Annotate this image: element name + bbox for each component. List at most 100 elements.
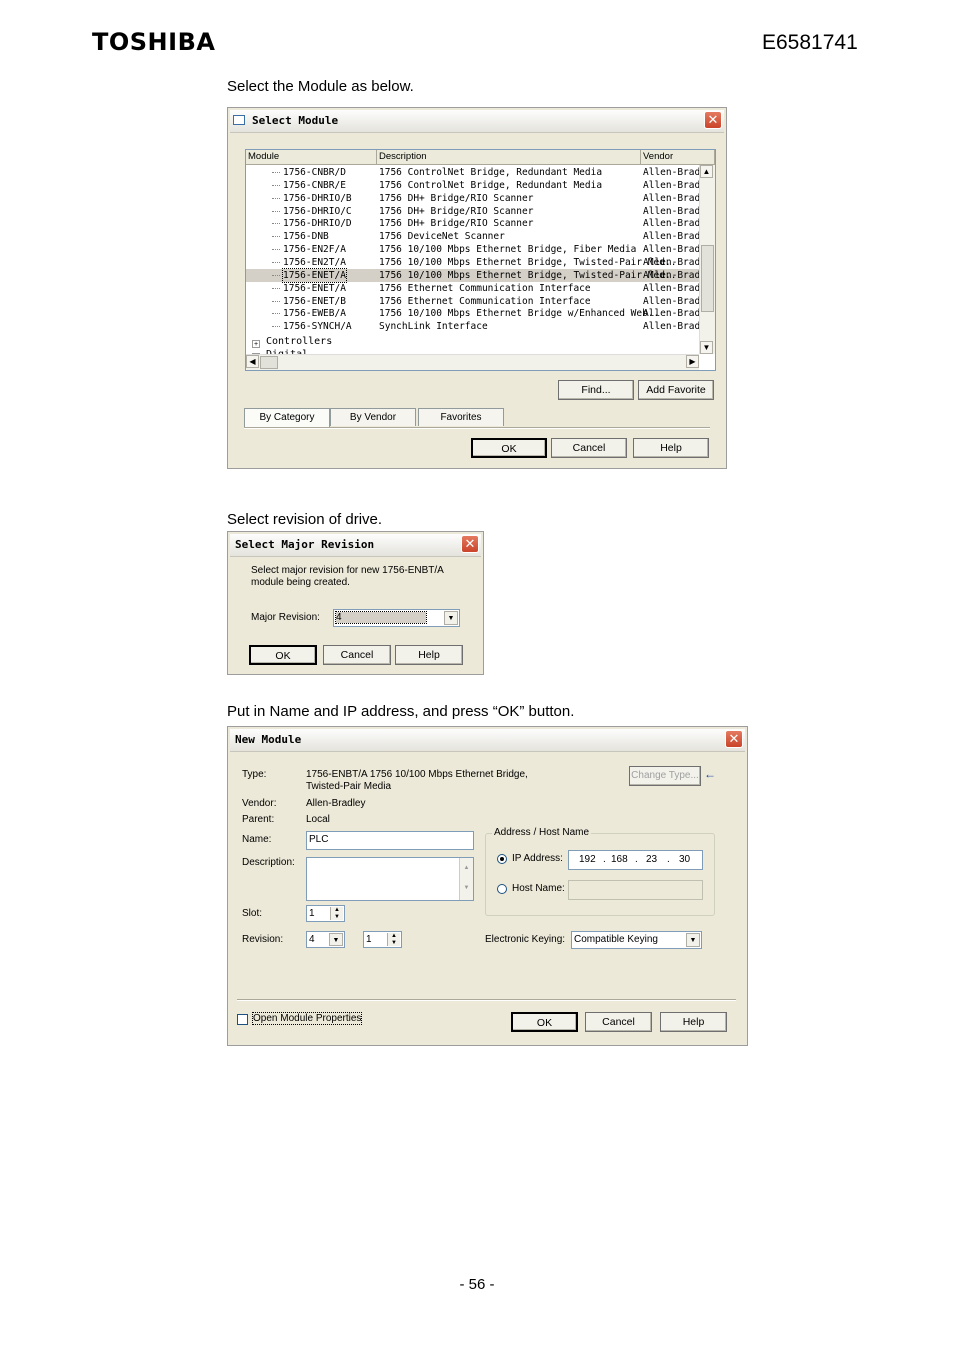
module-cell: 1756-EN2T/A bbox=[283, 256, 346, 268]
tab-by-vendor[interactable]: By Vendor bbox=[330, 408, 416, 426]
parent-label: Parent: bbox=[242, 814, 275, 825]
open-properties-checkbox[interactable] bbox=[237, 1014, 248, 1025]
chevron-down-icon[interactable]: ▼ bbox=[444, 611, 458, 625]
scroll-right-icon[interactable]: ▶ bbox=[686, 355, 699, 368]
type-label: Type: bbox=[242, 769, 267, 780]
description-cell: 1756 Ethernet Communication Interface bbox=[379, 282, 591, 294]
list-item[interactable]: 1756-EN2F/A 1756 10/100 Mbps Ethernet Bri… bbox=[246, 243, 712, 256]
tree-connector bbox=[272, 300, 280, 302]
ok-button[interactable]: OK bbox=[249, 645, 317, 665]
list-item[interactable]: 1756-ENET/A 1756 10/100 Mbps Ethernet Bri… bbox=[246, 267, 712, 283]
description-cell: 1756 10/100 Mbps Ethernet Bridge, Twiste… bbox=[379, 256, 677, 268]
close-button[interactable]: ✕ bbox=[704, 111, 722, 129]
list-item[interactable]: 1756-CNBR/D 1756 ControlNet Bridge, Redun… bbox=[246, 166, 712, 179]
tree-connector bbox=[272, 184, 280, 186]
new-module-dialog: New Module ✕ Type: 1756-ENBT/A 1756 10/1… bbox=[227, 726, 748, 1046]
tab-divider bbox=[244, 427, 710, 429]
description-cell: 1756 DH+ Bridge/RIO Scanner bbox=[379, 218, 534, 230]
scrollbar[interactable]: ▲ ▼ bbox=[459, 858, 473, 900]
list-item[interactable]: 1756-ENET/A 1756 Ethernet Communication I… bbox=[246, 282, 712, 295]
host-name-input[interactable] bbox=[568, 880, 703, 900]
description-cell: 1756 DeviceNet Scanner bbox=[379, 231, 505, 243]
tab-favorites[interactable]: Favorites bbox=[418, 408, 504, 426]
spin-icon[interactable]: ▲ ▼ bbox=[387, 933, 400, 946]
list-item[interactable]: 1756-DHRIO/D 1756 DH+ Bridge/RIO Scanner A… bbox=[246, 217, 712, 230]
list-item[interactable]: 1756-DHRIO/C 1756 DH+ Bridge/RIO Scanner A… bbox=[246, 205, 712, 218]
tree-connector bbox=[272, 313, 280, 315]
major-revision-dialog: Select Major Revision ✕ Select major rev… bbox=[227, 531, 484, 675]
revision-label: Revision: bbox=[242, 934, 284, 945]
tab-by-category[interactable]: By Category bbox=[244, 408, 330, 428]
description-cell: 1756 10/100 Mbps Ethernet Bridge w/Enhan… bbox=[379, 308, 660, 320]
major-revision-select[interactable]: 4 ▼ bbox=[333, 609, 460, 627]
keying-label: Electronic Keying: bbox=[485, 934, 566, 945]
ip-address-input[interactable]: 192 . 168 . 23 . 30 bbox=[568, 850, 703, 870]
vertical-scrollbar[interactable]: ▲ ▼ bbox=[699, 165, 715, 354]
cancel-button[interactable]: Cancel bbox=[551, 438, 627, 458]
scroll-up-icon[interactable]: ▲ bbox=[700, 165, 713, 178]
scroll-down-icon[interactable]: ▼ bbox=[700, 341, 713, 354]
list-item[interactable]: 1756-DNB 1756 DeviceNet Scanner Allen-Brad… bbox=[246, 230, 712, 243]
cancel-button[interactable]: Cancel bbox=[323, 645, 391, 665]
find-button[interactable]: Find... bbox=[558, 380, 634, 400]
parent-value: Local bbox=[306, 814, 330, 825]
tree-connector bbox=[272, 236, 280, 238]
revision-major-select[interactable]: 4 ▼ bbox=[306, 931, 345, 948]
cancel-button[interactable]: Cancel bbox=[585, 1012, 652, 1032]
column-header-module[interactable]: Module bbox=[246, 150, 377, 165]
help-button[interactable]: Help bbox=[395, 645, 463, 665]
tree-node-controllers[interactable]: Controllers bbox=[266, 336, 332, 347]
close-button[interactable]: ✕ bbox=[461, 535, 479, 553]
open-properties-label[interactable]: Open Module Properties bbox=[251, 1012, 363, 1025]
change-type-button[interactable]: Change Type... bbox=[629, 766, 701, 786]
name-input[interactable]: PLC bbox=[306, 831, 474, 850]
add-favorite-button[interactable]: Add Favorite bbox=[638, 380, 714, 400]
column-header-vendor[interactable]: Vendor bbox=[641, 150, 715, 165]
list-item[interactable]: 1756-SYNCH/A SynchLink Interface Allen-Bra… bbox=[246, 320, 712, 333]
keying-select[interactable]: Compatible Keying ▼ bbox=[571, 931, 702, 949]
ip-address-radio[interactable] bbox=[497, 854, 507, 864]
module-list[interactable]: Module Description Vendor 1756-CNBR/D 175… bbox=[245, 149, 716, 371]
spin-icon[interactable]: ▲ ▼ bbox=[330, 907, 343, 920]
scroll-thumb[interactable] bbox=[701, 245, 714, 312]
description-cell: 1756 DH+ Bridge/RIO Scanner bbox=[379, 205, 534, 217]
horizontal-scrollbar[interactable]: ◀ ▶ bbox=[246, 354, 699, 370]
list-item[interactable]: 1756-EN2T/A 1756 10/100 Mbps Ethernet Bri… bbox=[246, 256, 712, 269]
host-name-radio[interactable] bbox=[497, 884, 507, 894]
list-item[interactable]: 1756-CNBR/E 1756 ControlNet Bridge, Redun… bbox=[246, 179, 712, 192]
description-input[interactable]: ▲ ▼ bbox=[306, 857, 474, 901]
tree-connector bbox=[272, 326, 280, 328]
module-cell: 1756-EN2F/A bbox=[283, 244, 346, 256]
tree-connector bbox=[272, 197, 280, 199]
column-header-description[interactable]: Description bbox=[377, 150, 641, 165]
name-label: Name: bbox=[242, 834, 272, 845]
ip-octet: 192 bbox=[579, 854, 596, 865]
vendor-label: Vendor: bbox=[242, 798, 277, 809]
page-number: - 56 - bbox=[459, 1276, 495, 1293]
list-item[interactable]: 1756-DHRIO/B 1756 DH+ Bridge/RIO Scanner A… bbox=[246, 192, 712, 205]
dialog-title: New Module bbox=[235, 733, 302, 746]
close-button[interactable]: ✕ bbox=[725, 730, 743, 748]
list-item[interactable]: 1756-EWEB/A 1756 10/100 Mbps Ethernet Bri… bbox=[246, 307, 712, 320]
scroll-thumb[interactable] bbox=[260, 356, 278, 369]
caption-select-module: Select the Module as below. bbox=[227, 78, 414, 95]
expand-icon[interactable]: + bbox=[252, 340, 260, 348]
ip-dot: . bbox=[667, 854, 670, 865]
description-cell: 1756 ControlNet Bridge, Redundant Media bbox=[379, 167, 603, 178]
ok-button[interactable]: OK bbox=[511, 1012, 578, 1032]
tree-connector bbox=[272, 249, 280, 251]
list-item[interactable]: 1756-ENET/B 1756 Ethernet Communication I… bbox=[246, 295, 712, 308]
module-cell: 1756-ENET/A bbox=[282, 267, 347, 283]
help-button[interactable]: Help bbox=[660, 1012, 727, 1032]
help-button[interactable]: Help bbox=[633, 438, 709, 458]
slot-input[interactable]: 1 ▲ ▼ bbox=[306, 905, 345, 922]
chevron-down-icon[interactable]: ▼ bbox=[686, 933, 700, 947]
chevron-down-icon[interactable]: ▼ bbox=[329, 933, 343, 946]
type-value: Twisted-Pair Media bbox=[306, 781, 392, 792]
arrow-left-icon: ← bbox=[704, 767, 716, 781]
ok-button[interactable]: OK bbox=[471, 438, 547, 458]
description-cell: 1756 10/100 Mbps Ethernet Bridge, Twiste… bbox=[379, 269, 677, 281]
scroll-left-icon[interactable]: ◀ bbox=[246, 355, 259, 368]
module-cell: 1756-DNB bbox=[283, 231, 329, 243]
revision-minor-input[interactable]: 1 ▲ ▼ bbox=[363, 931, 402, 948]
